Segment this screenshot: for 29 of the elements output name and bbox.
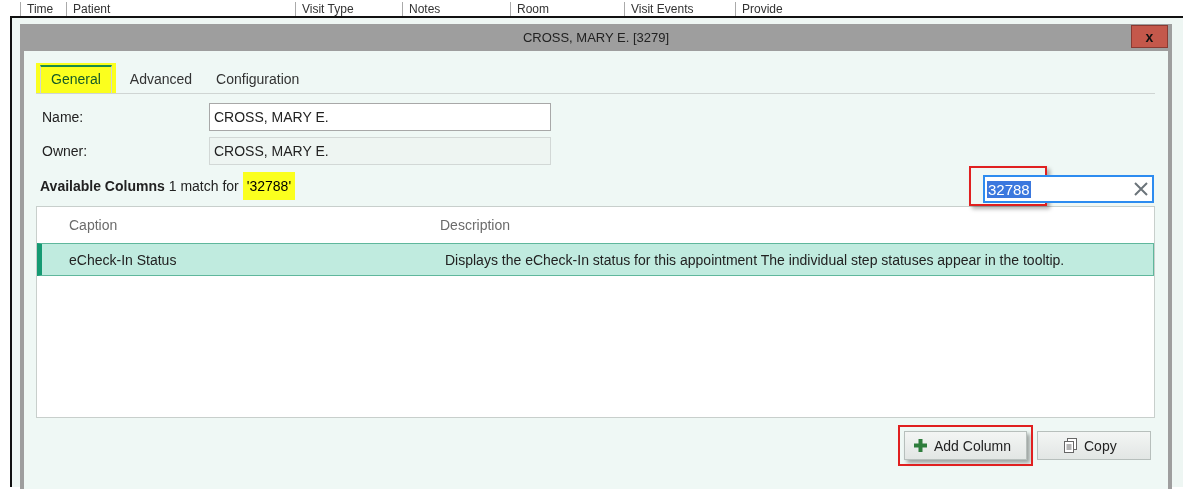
tab[interactable]: Configuration xyxy=(206,65,310,93)
copy-icon xyxy=(1064,438,1077,453)
selected-text: 32788 xyxy=(987,180,1031,198)
match-count: 1 match for xyxy=(168,178,239,194)
column-header[interactable]: Description xyxy=(440,217,1154,233)
text-field[interactable]: CROSS, MARY E. xyxy=(209,103,551,131)
column-header: Visit Events xyxy=(631,2,694,16)
window-title: CROSS, MARY E. [3279] xyxy=(522,30,670,45)
copy-button[interactable]: Copy xyxy=(1037,431,1151,460)
column-header[interactable]: Caption xyxy=(37,217,440,233)
column-header: Patient xyxy=(73,2,111,16)
tab[interactable]: Advanced xyxy=(119,65,203,93)
column-header: Room xyxy=(517,2,549,16)
search-query: '32788' xyxy=(246,178,292,194)
clear-icon[interactable] xyxy=(1134,182,1148,196)
close-button[interactable]: x xyxy=(1131,25,1168,48)
field-label: Owner: xyxy=(41,143,89,159)
search-field[interactable]: 32788 xyxy=(983,175,1154,203)
section-title: Available Columns xyxy=(40,178,165,194)
column-header: Provide xyxy=(742,2,783,16)
tab[interactable]: General xyxy=(40,65,112,93)
field-label: Name: xyxy=(41,109,85,125)
table-cell-text: Displays the eCheck-In status for this appointment The individual step statuses appear in the tooltip. xyxy=(445,251,1066,268)
table-cell-text: eCheck-In Status xyxy=(68,251,178,268)
column-header: Time xyxy=(27,2,54,16)
column-header: Notes xyxy=(409,2,441,16)
column-header: Visit Type xyxy=(302,2,354,16)
table-row[interactable]: eCheck-In Status Displays the eCheck-In status for this appointment The individual step statuses appear in the tooltip. xyxy=(37,243,1154,276)
plus-icon xyxy=(914,439,927,452)
